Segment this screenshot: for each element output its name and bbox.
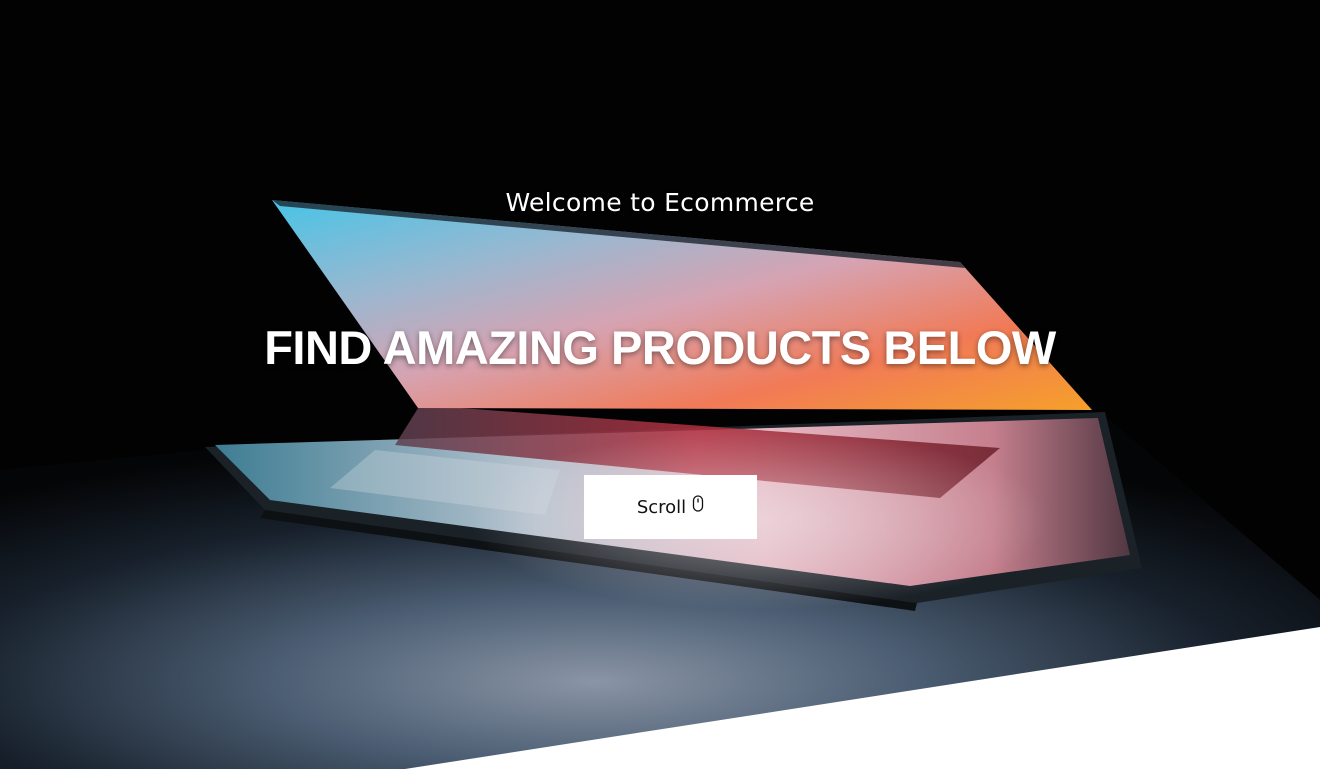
hero-headline: FIND AMAZING PRODUCTS BELOW [264, 321, 1056, 374]
scroll-button[interactable]: Scroll [584, 475, 757, 539]
hero-background-image [0, 0, 1320, 769]
welcome-text: Welcome to Ecommerce [505, 188, 815, 217]
mouse-icon [693, 495, 704, 512]
scroll-button-label: Scroll [636, 496, 687, 518]
hero-banner: Welcome to Ecommerce FIND AMAZING PRODUC… [0, 0, 1320, 769]
